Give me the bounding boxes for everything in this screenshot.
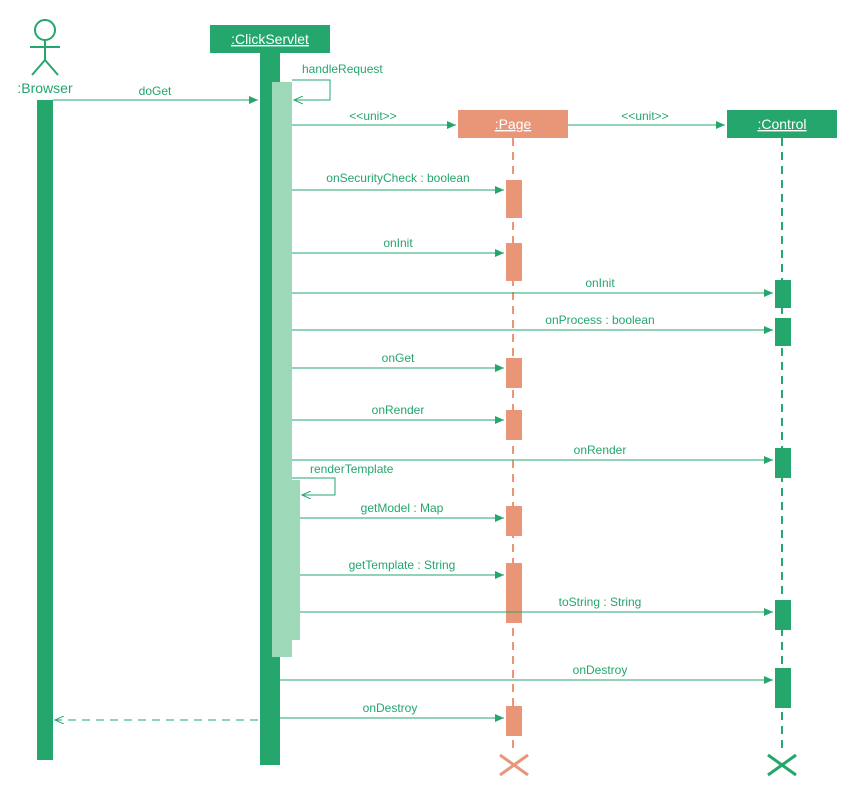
control-destroy-x (768, 755, 796, 775)
svg-text:handleRequest: handleRequest (302, 62, 383, 76)
msg-handlerequest (292, 80, 330, 100)
svg-text:onRender: onRender (372, 403, 425, 417)
browser-activation (37, 100, 53, 760)
svg-text:onSecurityCheck : boolean: onSecurityCheck : boolean (326, 171, 469, 185)
actor-browser-label: :Browser (17, 80, 73, 96)
svg-text:onDestroy: onDestroy (363, 701, 418, 715)
svg-text:onProcess : boolean: onProcess : boolean (545, 313, 654, 327)
svg-text:getTemplate : String: getTemplate : String (349, 558, 456, 572)
actor-browser: :Browser (17, 20, 73, 96)
svg-text:onInit: onInit (383, 236, 413, 250)
svg-text:getModel : Map: getModel : Map (361, 501, 444, 515)
svg-text:doGet: doGet (139, 84, 172, 98)
sequence-diagram: :Browser :ClickServlet :Page :Control do… (0, 0, 851, 788)
svg-text:<<unit>>: <<unit>> (621, 109, 668, 123)
svg-text:onInit: onInit (585, 276, 615, 290)
page-label: :Page (495, 116, 532, 132)
page-destroy-x (500, 755, 528, 775)
svg-text:onRender: onRender (574, 443, 627, 457)
svg-text:onGet: onGet (382, 351, 415, 365)
clickservlet-activation-render (280, 480, 300, 640)
svg-text:<<unit>>: <<unit>> (349, 109, 396, 123)
svg-text:renderTemplate: renderTemplate (310, 462, 394, 476)
svg-text:onDestroy: onDestroy (573, 663, 628, 677)
svg-text:toString : String: toString : String (559, 595, 642, 609)
control-label: :Control (757, 116, 806, 132)
clickservlet-label: :ClickServlet (231, 31, 309, 47)
